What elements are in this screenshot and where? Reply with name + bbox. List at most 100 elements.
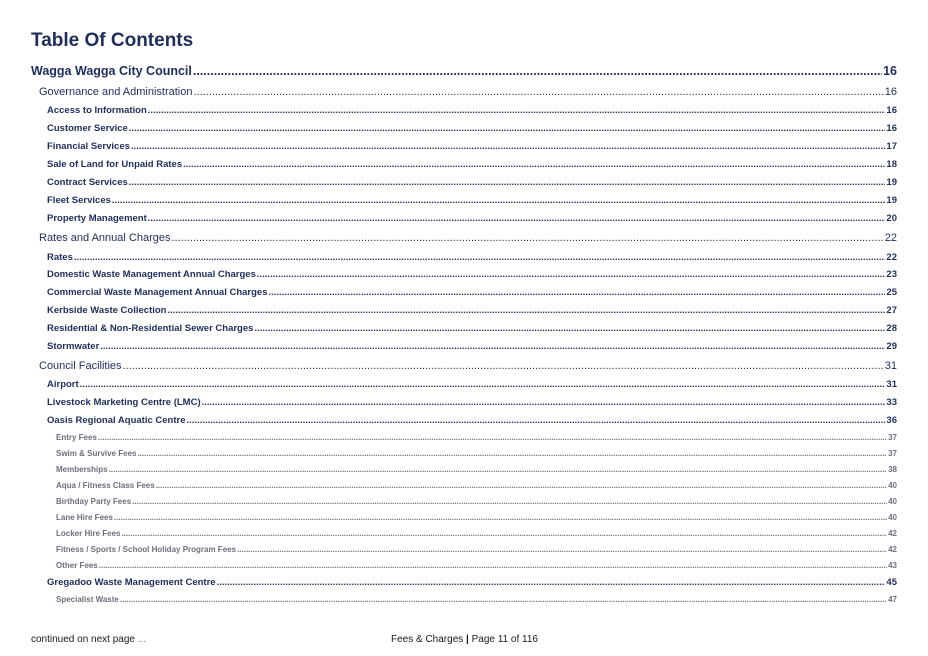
toc-leader-dots [202, 397, 886, 408]
toc-entry-page: 27 [886, 305, 897, 316]
toc-entry[interactable]: Sale of Land for Unpaid Rates 18 [47, 159, 897, 170]
toc-entry-page: 23 [886, 269, 897, 280]
toc-entry[interactable]: Commercial Waste Management Annual Charg… [47, 287, 897, 298]
toc-leader-dots [148, 105, 886, 116]
toc-entry-label: Livestock Marketing Centre (LMC) [47, 397, 201, 408]
toc-leader-dots [156, 481, 887, 490]
toc-entry[interactable]: Wagga Wagga City Council 16 [31, 64, 897, 78]
toc-entry-page: 17 [886, 141, 897, 152]
toc-leader-dots [100, 341, 885, 352]
toc-entry-label: Aqua / Fitness Class Fees [56, 481, 155, 490]
toc-entry-page: 18 [886, 159, 897, 170]
toc-leader-dots [269, 287, 886, 298]
toc-entry-page: 47 [888, 595, 897, 604]
toc-leader-dots [137, 449, 887, 458]
document-name: Fees & Charges [391, 634, 464, 645]
continued-text: continued on next page [31, 634, 135, 645]
toc-entry[interactable]: Governance and Administration 16 [39, 86, 897, 98]
toc-entry[interactable]: Swim & Survive Fees 37 [56, 449, 897, 458]
toc-entry[interactable]: Customer Service 16 [47, 123, 897, 134]
toc-entry-label: Specialist Waste [56, 595, 119, 604]
toc-entry-label: Financial Services [47, 141, 130, 152]
toc-entry[interactable]: Entry Fees 37 [56, 433, 897, 442]
table-of-contents: Wagga Wagga City Council16Governance and… [0, 0, 928, 656]
toc-leader-dots [120, 595, 887, 604]
toc-leader-dots [109, 465, 888, 474]
toc-entry-page: 42 [888, 529, 897, 538]
toc-leader-dots [193, 86, 883, 98]
toc-leader-dots [171, 232, 883, 244]
page-number: Page 11 of 116 [471, 634, 538, 645]
toc-entry-page: 37 [888, 449, 897, 458]
toc-entry-page: 20 [886, 213, 897, 224]
toc-entry[interactable]: Rates 22 [47, 252, 897, 263]
toc-entry[interactable]: Oasis Regional Aquatic Centre 36 [47, 415, 897, 426]
toc-entry[interactable]: Council Facilities 31 [39, 360, 897, 372]
toc-leader-dots [148, 213, 886, 224]
toc-entry-page: 42 [888, 545, 897, 554]
toc-entry-label: Stormwater [47, 341, 100, 352]
toc-leader-dots [112, 195, 886, 206]
toc-leader-dots [114, 513, 887, 522]
toc-entry[interactable]: Other Fees 43 [56, 561, 897, 570]
toc-leader-dots [254, 323, 885, 334]
toc-entry[interactable]: Specialist Waste 47 [56, 595, 897, 604]
toc-leader-dots [237, 545, 887, 554]
page-footer: Fees & Charges | Page 11 of 116 [391, 634, 538, 645]
toc-entry-label: Residential & Non-Residential Sewer Char… [47, 323, 254, 334]
toc-entry-page: 40 [888, 513, 897, 522]
toc-entry[interactable]: Kerbside Waste Collection 27 [47, 305, 897, 316]
toc-entry-label: Memberships [56, 465, 108, 474]
toc-entry-page: 31 [886, 379, 897, 390]
toc-entry-page: 31 [884, 360, 897, 372]
continued-ellipsis: ... [137, 634, 147, 645]
toc-entry[interactable]: Residential & Non-Residential Sewer Char… [47, 323, 897, 334]
toc-entry[interactable]: Airport 31 [47, 379, 897, 390]
toc-leader-dots [121, 529, 887, 538]
toc-entry[interactable]: Rates and Annual Charges 22 [39, 232, 897, 244]
toc-entry[interactable]: Gregadoo Waste Management Centre 45 [47, 577, 897, 588]
toc-entry-label: Governance and Administration [39, 86, 193, 98]
toc-entry[interactable]: Stormwater 29 [47, 341, 897, 352]
toc-leader-dots [257, 269, 886, 280]
toc-entry-label: Rates and Annual Charges [39, 232, 171, 244]
toc-entry-page: 43 [888, 561, 897, 570]
toc-entry[interactable]: Domestic Waste Management Annual Charges… [47, 269, 897, 280]
toc-entry[interactable]: Livestock Marketing Centre (LMC) 33 [47, 397, 897, 408]
toc-entry[interactable]: Fitness / Sports / School Holiday Progra… [56, 545, 897, 554]
toc-entry[interactable]: Aqua / Fitness Class Fees 40 [56, 481, 897, 490]
toc-leader-dots [193, 64, 882, 78]
toc-entry-label: Birthday Party Fees [56, 497, 132, 506]
toc-leader-dots [80, 379, 886, 390]
toc-entry[interactable]: Birthday Party Fees 40 [56, 497, 897, 506]
toc-leader-dots [187, 415, 886, 426]
toc-entry[interactable]: Fleet Services 19 [47, 195, 897, 206]
toc-entry-page: 22 [886, 252, 897, 263]
toc-entry[interactable]: Locker Hire Fees 42 [56, 529, 897, 538]
toc-entry-label: Access to Information [47, 105, 147, 116]
toc-entry-label: Fleet Services [47, 195, 111, 206]
toc-entry[interactable]: Memberships 38 [56, 465, 897, 474]
toc-entry-page: 28 [886, 323, 897, 334]
toc-entry[interactable]: Contract Services 19 [47, 177, 897, 188]
toc-leader-dots [129, 177, 886, 188]
toc-entry-page: 16 [886, 105, 897, 116]
toc-entry-label: Entry Fees [56, 433, 97, 442]
toc-entry-label: Other Fees [56, 561, 98, 570]
toc-entry-label: Property Management [47, 213, 147, 224]
toc-entry[interactable]: Lane Hire Fees 40 [56, 513, 897, 522]
toc-entry[interactable]: Financial Services 17 [47, 141, 897, 152]
toc-entry-label: Domestic Waste Management Annual Charges [47, 269, 256, 280]
toc-entry-page: 16 [884, 86, 897, 98]
toc-entry-label: Locker Hire Fees [56, 529, 121, 538]
toc-entry-label: Airport [47, 379, 79, 390]
toc-entry[interactable]: Access to Information 16 [47, 105, 897, 116]
toc-leader-dots [217, 577, 886, 588]
toc-entry-label: Council Facilities [39, 360, 122, 372]
toc-entry-label: Sale of Land for Unpaid Rates [47, 159, 183, 170]
toc-entry-label: Wagga Wagga City Council [31, 64, 192, 78]
toc-entry[interactable]: Property Management 20 [47, 213, 897, 224]
toc-entry-page: 16 [883, 64, 897, 78]
toc-entry-page: 38 [888, 465, 897, 474]
toc-entry-label: Gregadoo Waste Management Centre [47, 577, 216, 588]
